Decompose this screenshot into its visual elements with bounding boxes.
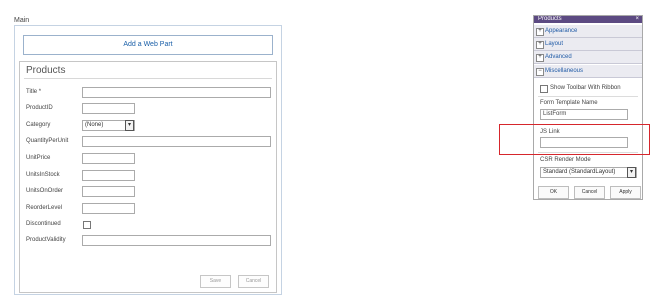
add-web-part-button[interactable]: Add a Web Part (23, 35, 273, 55)
productvalidity-input[interactable] (82, 235, 271, 246)
field-label: Category (26, 122, 51, 128)
apply-button[interactable]: Apply (610, 186, 641, 199)
field-label: ReorderLevel (26, 205, 63, 211)
field-label: Title * (26, 89, 42, 95)
discontinued-checkbox[interactable] (83, 221, 91, 229)
close-icon[interactable]: × (635, 16, 639, 22)
title-input[interactable] (82, 87, 271, 98)
csr-render-mode-value: Standard (StandardLayout) (543, 169, 616, 175)
chevron-down-icon[interactable]: ▾ (125, 120, 134, 131)
field-label: ProductValidity (26, 237, 66, 243)
show-toolbar-label: Show Toolbar With Ribbon (550, 85, 621, 91)
quantityperunit-input[interactable] (82, 136, 271, 147)
section-layout[interactable]: + Layout (534, 38, 642, 51)
tool-pane-header: Products × (534, 16, 642, 23)
expand-icon[interactable]: + (536, 41, 544, 49)
title-divider (24, 78, 272, 79)
chevron-down-icon[interactable]: ▾ (627, 167, 636, 178)
form-template-label: Form Template Name (540, 100, 598, 106)
reorderlevel-input[interactable] (82, 203, 135, 214)
section-label[interactable]: Layout (545, 41, 563, 47)
section-miscellaneous[interactable]: − Miscellaneous (534, 65, 642, 78)
field-quantityperunit: QuantityPerUnit (26, 136, 272, 148)
zone-label: Main (14, 17, 30, 24)
field-label: UnitPrice (26, 155, 51, 161)
unitsonorder-input[interactable] (82, 186, 135, 197)
section-advanced[interactable]: + Advanced (534, 51, 642, 64)
productid-input[interactable] (82, 103, 135, 114)
cancel-button[interactable]: Cancel (238, 275, 269, 288)
field-productvalidity: ProductValidity (26, 235, 272, 247)
field-label: ProductID (26, 105, 53, 111)
field-productid: ProductID (26, 103, 272, 115)
tool-pane-title: Products (538, 16, 562, 22)
field-label: UnitsInStock (26, 172, 60, 178)
field-category: Category (None) ▾ (26, 120, 272, 132)
category-select[interactable]: (None) ▾ (82, 120, 135, 131)
products-web-part: Products Title * ProductID Category (Non… (19, 61, 277, 293)
field-label: UnitsOnOrder (26, 188, 64, 194)
field-reorderlevel: ReorderLevel (26, 203, 272, 215)
collapse-icon[interactable]: − (536, 68, 544, 76)
web-part-title: Products (26, 65, 66, 76)
js-link-highlight-box (499, 124, 650, 155)
save-button[interactable]: Save (200, 275, 231, 288)
category-select-value: (None) (85, 122, 104, 128)
section-label[interactable]: Advanced (545, 54, 572, 60)
field-unitsinstock: UnitsInStock (26, 170, 272, 182)
csr-render-mode-select[interactable]: Standard (StandardLayout) ▾ (540, 167, 637, 178)
cancel-button[interactable]: Cancel (574, 186, 605, 199)
section-label[interactable]: Miscellaneous (545, 68, 583, 74)
unitprice-input[interactable] (82, 153, 135, 164)
divider (538, 96, 638, 97)
field-label: QuantityPerUnit (26, 138, 69, 144)
expand-icon[interactable]: + (536, 54, 544, 62)
unitsinstock-input[interactable] (82, 170, 135, 181)
expand-icon[interactable]: + (536, 28, 544, 36)
show-toolbar-checkbox[interactable] (540, 85, 548, 93)
field-unitprice: UnitPrice (26, 153, 272, 165)
field-discontinued: Discontinued (26, 219, 272, 231)
ok-button[interactable]: OK (538, 186, 569, 199)
tool-pane: Products × + Appearance + Layout + Advan… (533, 15, 643, 200)
field-label: Discontinued (26, 221, 61, 227)
field-unitsonorder: UnitsOnOrder (26, 186, 272, 198)
form-template-input[interactable]: ListForm (540, 109, 628, 120)
section-appearance[interactable]: + Appearance (534, 25, 642, 38)
web-part-zone: Add a Web Part Products Title * ProductI… (14, 25, 282, 295)
field-title: Title * (26, 87, 272, 99)
section-label[interactable]: Appearance (545, 28, 577, 34)
csr-render-mode-label: CSR Render Mode (540, 157, 591, 163)
